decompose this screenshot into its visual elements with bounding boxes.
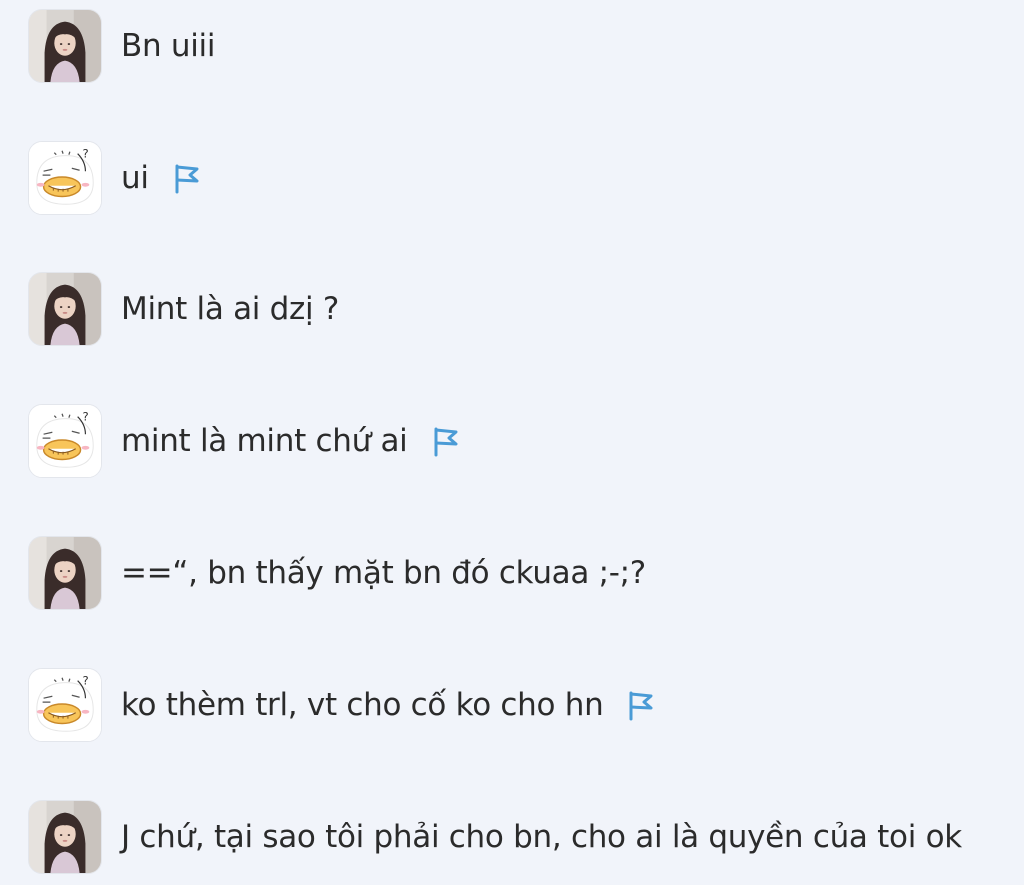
user-avatar[interactable] bbox=[28, 9, 102, 83]
flag-icon[interactable] bbox=[430, 425, 460, 457]
flag-icon[interactable] bbox=[171, 162, 201, 194]
message-text: J chứ, tại sao tôi phải cho bn, cho ai l… bbox=[121, 819, 962, 855]
message-row: Mint là ai dzị ? bbox=[28, 271, 339, 347]
message-text: Bn uiii bbox=[121, 28, 216, 64]
message-row: ? mint là mint chứ ai bbox=[28, 403, 460, 479]
user-avatar[interactable] bbox=[28, 800, 102, 874]
message-row: ==“, bn thấy mặt bn đó ckuaa ;-;? bbox=[28, 535, 646, 611]
user-avatar[interactable]: ? bbox=[28, 141, 102, 215]
message-text: Mint là ai dzị ? bbox=[121, 291, 340, 327]
message-row: ? ui bbox=[28, 140, 201, 216]
duck-avatar-icon: ? bbox=[29, 405, 101, 477]
duck-avatar-icon: ? bbox=[29, 669, 101, 741]
girl-avatar-icon bbox=[29, 273, 101, 345]
message-row: Bn uiii bbox=[28, 8, 215, 84]
message-row: ? ko thèm trl, vt cho cố ko cho hn bbox=[28, 667, 655, 743]
message-text: ko thèm trl, vt cho cố ko cho hn bbox=[121, 687, 604, 723]
user-avatar[interactable]: ? bbox=[28, 404, 102, 478]
flag-icon[interactable] bbox=[625, 689, 655, 721]
message-text: ui bbox=[121, 160, 149, 196]
svg-text:?: ? bbox=[83, 674, 89, 688]
girl-avatar-icon bbox=[29, 10, 101, 82]
user-avatar[interactable] bbox=[28, 536, 102, 610]
chat-thread: Bn uiii ? ui Mint là ai dzị ? ? mint là … bbox=[0, 0, 1024, 885]
svg-text:?: ? bbox=[83, 147, 89, 161]
user-avatar[interactable] bbox=[28, 272, 102, 346]
user-avatar[interactable]: ? bbox=[28, 668, 102, 742]
girl-avatar-icon bbox=[29, 537, 101, 609]
message-text: ==“, bn thấy mặt bn đó ckuaa ;-;? bbox=[121, 555, 646, 591]
message-row: J chứ, tại sao tôi phải cho bn, cho ai l… bbox=[28, 799, 962, 875]
duck-avatar-icon: ? bbox=[29, 142, 101, 214]
svg-text:?: ? bbox=[83, 410, 89, 424]
message-text: mint là mint chứ ai bbox=[121, 423, 408, 459]
girl-avatar-icon bbox=[29, 801, 101, 873]
